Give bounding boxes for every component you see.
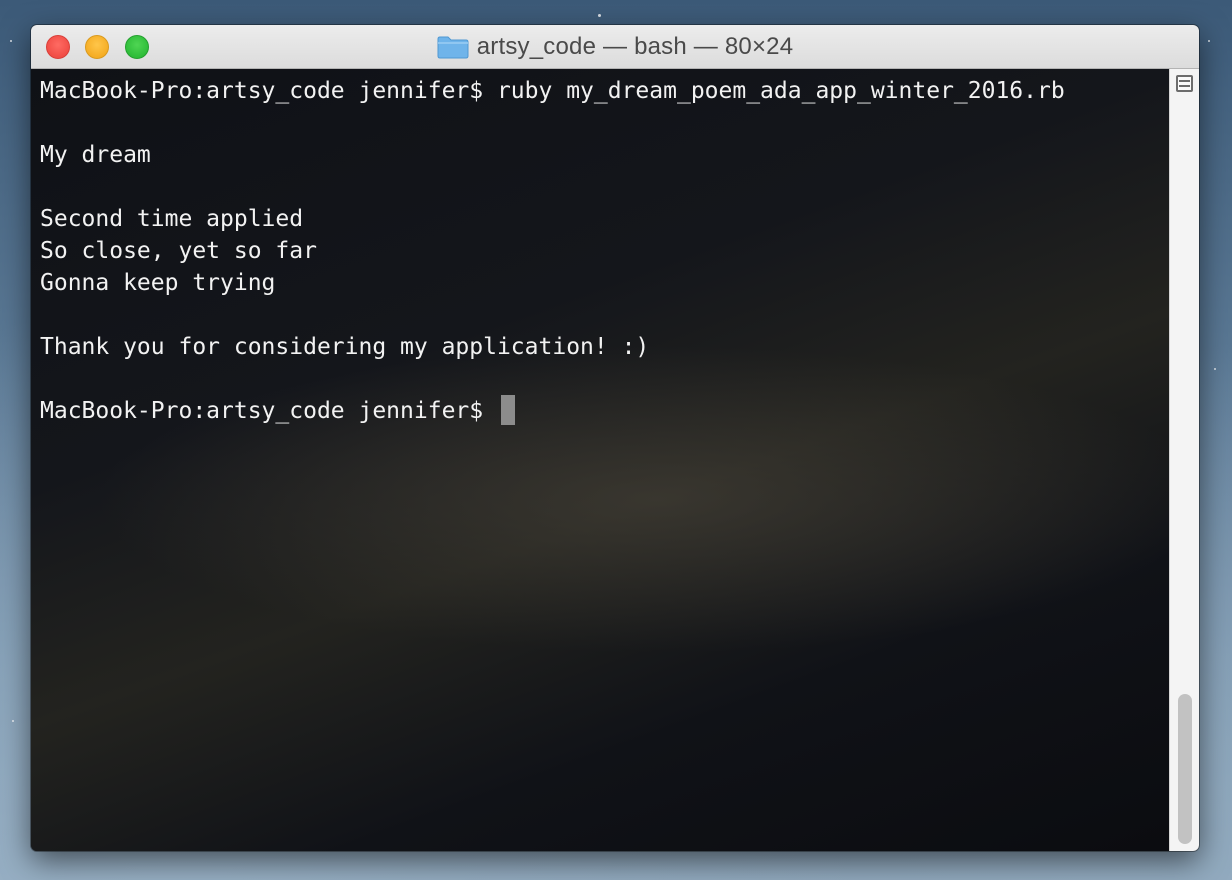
terminal-line-poem-title: My dream <box>40 142 151 168</box>
vertical-scrollbar[interactable] <box>1169 69 1199 851</box>
terminal-prompt-line[interactable]: MacBook-Pro:artsy_code jennifer$ <box>40 395 1169 427</box>
split-pane-icon[interactable] <box>1176 75 1193 92</box>
desktop-star <box>10 40 12 42</box>
desktop-star <box>1214 368 1216 370</box>
folder-icon <box>437 35 469 59</box>
terminal-output[interactable]: MacBook-Pro:artsy_code jennifer$ ruby my… <box>31 69 1169 851</box>
terminal-line-poem: Gonna keep trying <box>40 270 276 296</box>
terminal-prompt: MacBook-Pro:artsy_code jennifer$ <box>40 398 497 424</box>
window-title-area: artsy_code — bash — 80×24 <box>31 25 1199 69</box>
terminal-line-command: MacBook-Pro:artsy_code jennifer$ ruby my… <box>40 78 1065 104</box>
terminal-line-thanks: Thank you for considering my application… <box>40 334 650 360</box>
desktop-star <box>598 14 601 17</box>
terminal-line-poem: So close, yet so far <box>40 238 317 264</box>
window-title: artsy_code — bash — 80×24 <box>476 33 794 60</box>
scrollbar-thumb[interactable] <box>1178 694 1192 844</box>
terminal-window: artsy_code — bash — 80×24 MacBook-Pro:ar… <box>31 25 1199 851</box>
desktop-star <box>1208 40 1210 42</box>
text-cursor <box>500 395 515 425</box>
terminal-line-poem: Second time applied <box>40 206 304 232</box>
title-bar[interactable]: artsy_code — bash — 80×24 <box>31 25 1199 69</box>
desktop-star <box>12 720 14 722</box>
